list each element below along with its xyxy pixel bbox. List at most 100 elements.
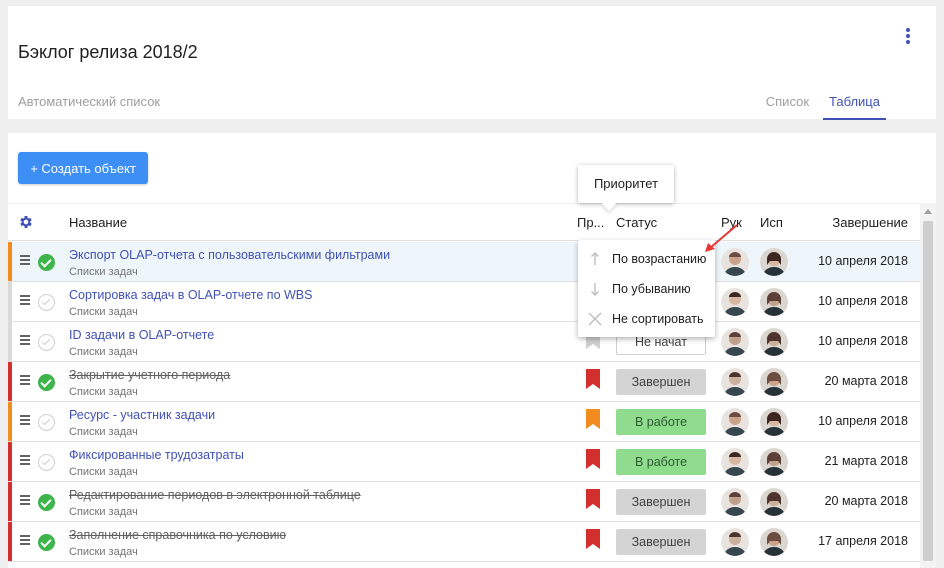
executor-avatar[interactable]	[760, 368, 788, 396]
table-row[interactable]: Сортировка задач в OLAP-отчете по WBS Спи…	[8, 282, 920, 322]
manager-avatar[interactable]	[721, 328, 749, 356]
executor-avatar[interactable]	[760, 528, 788, 556]
manager-avatar[interactable]	[721, 408, 749, 436]
drag-handle-icon[interactable]	[20, 415, 30, 425]
task-list-name: Списки задач	[69, 346, 138, 358]
due-date: 10 апреля 2018	[818, 294, 908, 308]
task-name[interactable]: Редактирование периодов в электронной та…	[69, 488, 361, 502]
table-row[interactable]: Фиксированные трудозатраты Списки задач В …	[8, 442, 920, 482]
task-name[interactable]: Ресурс - участник задачи	[69, 408, 215, 422]
manager-avatar[interactable]	[721, 368, 749, 396]
scrollbar[interactable]	[920, 203, 936, 568]
due-date: 17 апреля 2018	[818, 534, 908, 548]
table-row[interactable]: Редактирование периодов в электронной та…	[8, 482, 920, 522]
complete-checkbox[interactable]	[38, 254, 55, 271]
more-options-icon[interactable]	[904, 28, 912, 46]
status-badge[interactable]: Завершен	[616, 489, 706, 515]
task-list-name: Списки задач	[69, 506, 138, 518]
complete-checkbox[interactable]	[38, 534, 55, 551]
complete-checkbox[interactable]	[38, 334, 55, 351]
task-list-name: Списки задач	[69, 306, 138, 318]
annotation-arrow-icon	[705, 224, 738, 252]
due-date: 10 апреля 2018	[818, 334, 908, 348]
task-name[interactable]: Сортировка задач в OLAP-отчете по WBS	[69, 288, 312, 302]
column-executor[interactable]: Исп	[760, 215, 783, 230]
sort-ascending-label: По возрастанию	[612, 252, 707, 266]
priority-flag-icon[interactable]	[586, 449, 600, 469]
status-badge[interactable]: В работе	[616, 409, 706, 435]
executor-avatar[interactable]	[760, 248, 788, 276]
header-card: Бэклог релиза 2018/2 Автоматический спис…	[8, 6, 936, 120]
executor-avatar[interactable]	[760, 328, 788, 356]
complete-checkbox[interactable]	[38, 454, 55, 471]
drag-handle-icon[interactable]	[20, 535, 30, 545]
drag-handle-icon[interactable]	[20, 375, 30, 385]
row-color-stripe	[8, 442, 12, 481]
scroll-thumb[interactable]	[923, 221, 933, 561]
main-card: + Создать объект Название Пр... Статус Р…	[8, 133, 936, 568]
priority-flag-icon[interactable]	[586, 489, 600, 509]
manager-avatar[interactable]	[721, 528, 749, 556]
table-row[interactable]: ID задачи в OLAP-отчете Списки задач Не на…	[8, 322, 920, 362]
due-date: 21 марта 2018	[824, 454, 908, 468]
sort-descending-label: По убыванию	[612, 282, 691, 296]
task-list-name: Списки задач	[69, 426, 138, 438]
column-status[interactable]: Статус	[616, 215, 657, 230]
executor-avatar[interactable]	[760, 488, 788, 516]
row-color-stripe	[8, 402, 12, 441]
tab-table[interactable]: Таблица	[823, 92, 886, 120]
close-icon	[588, 312, 602, 326]
column-name[interactable]: Название	[69, 215, 127, 230]
manager-avatar[interactable]	[721, 488, 749, 516]
row-color-stripe	[8, 282, 12, 321]
sort-none[interactable]: Не сортировать	[578, 304, 715, 334]
drag-handle-icon[interactable]	[20, 495, 30, 505]
task-list-name: Списки задач	[69, 266, 138, 278]
complete-checkbox[interactable]	[38, 414, 55, 431]
priority-flag-icon[interactable]	[586, 369, 600, 389]
manager-avatar[interactable]	[721, 288, 749, 316]
table-row[interactable]: Закрытие учетного периода Списки задач Зав…	[8, 362, 920, 402]
task-name[interactable]: ID задачи в OLAP-отчете	[69, 328, 214, 342]
executor-avatar[interactable]	[760, 448, 788, 476]
task-name[interactable]: Закрытие учетного периода	[69, 368, 230, 382]
sort-ascending[interactable]: По возрастанию	[578, 244, 715, 274]
task-name[interactable]: Фиксированные трудозатраты	[69, 448, 244, 462]
column-priority[interactable]: Пр...	[577, 215, 604, 230]
row-color-stripe	[8, 522, 12, 561]
view-tabs: Список Таблица	[752, 92, 886, 120]
gear-icon[interactable]	[18, 214, 34, 230]
manager-avatar[interactable]	[721, 448, 749, 476]
drag-handle-icon[interactable]	[20, 335, 30, 345]
status-badge[interactable]: Завершен	[616, 369, 706, 395]
complete-checkbox[interactable]	[38, 294, 55, 311]
create-object-button[interactable]: + Создать объект	[18, 152, 148, 184]
priority-flag-icon[interactable]	[586, 409, 600, 429]
table-row[interactable]: Заполнение справочника по условию Списки …	[8, 522, 920, 562]
status-badge[interactable]: Завершен	[616, 529, 706, 555]
table-row[interactable]: Экспорт OLAP-отчета с пользовательскими …	[8, 242, 920, 282]
tab-list[interactable]: Список	[760, 92, 815, 120]
status-badge[interactable]: В работе	[616, 449, 706, 475]
drag-handle-icon[interactable]	[20, 455, 30, 465]
drag-handle-icon[interactable]	[20, 295, 30, 305]
task-list-name: Списки задач	[69, 546, 138, 558]
task-name[interactable]: Заполнение справочника по условию	[69, 528, 286, 542]
complete-checkbox[interactable]	[38, 494, 55, 511]
table-row[interactable]: Ресурс - участник задачи Списки задач В ра…	[8, 402, 920, 442]
drag-handle-icon[interactable]	[20, 255, 30, 265]
priority-flag-icon[interactable]	[586, 529, 600, 549]
due-date: 20 марта 2018	[824, 494, 908, 508]
scroll-up-icon[interactable]	[924, 209, 932, 214]
executor-avatar[interactable]	[760, 408, 788, 436]
task-list-name: Списки задач	[69, 386, 138, 398]
table-header: Название Пр... Статус Рук Исп Завершение	[8, 203, 920, 241]
complete-checkbox[interactable]	[38, 374, 55, 391]
task-name[interactable]: Экспорт OLAP-отчета с пользовательскими …	[69, 248, 390, 262]
arrow-up-icon	[591, 252, 599, 265]
executor-avatar[interactable]	[760, 288, 788, 316]
task-list-name: Списки задач	[69, 466, 138, 478]
due-date: 20 марта 2018	[824, 374, 908, 388]
sort-descending[interactable]: По убыванию	[578, 274, 715, 304]
column-due[interactable]: Завершение	[832, 215, 908, 230]
